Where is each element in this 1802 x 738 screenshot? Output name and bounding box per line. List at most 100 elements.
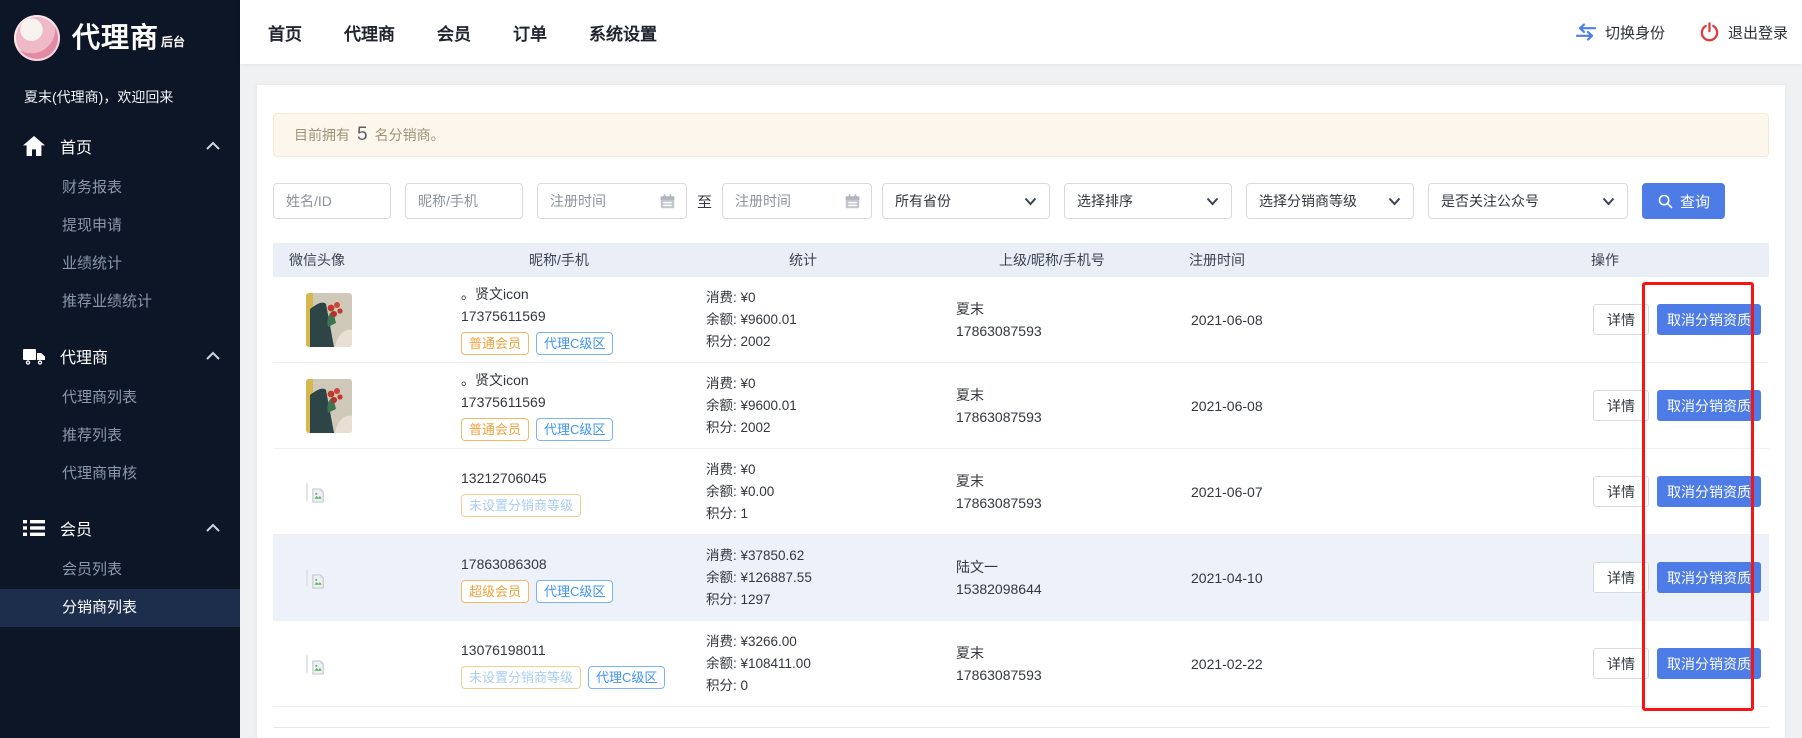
detail-button[interactable]: 详情 <box>1593 476 1649 507</box>
sidebar-item-agent-review[interactable]: 代理商审核 <box>0 455 240 493</box>
top-actions: 切换身份 退出登录 <box>1575 22 1788 43</box>
nav-home[interactable]: 首页 <box>268 20 302 45</box>
col-header-nickname-phone: 昵称/手机 <box>529 250 789 270</box>
detail-button[interactable]: 详情 <box>1593 304 1649 335</box>
actions-cell: 详情 取消分销资质 <box>1593 562 1769 593</box>
parent-phone: 17863087593 <box>956 406 1191 428</box>
chevron-up-icon <box>206 351 220 361</box>
sidebar-menu: 首页 财务报表 提现申请 业绩统计 推荐业绩统计 <box>0 123 240 627</box>
sidebar: 代理商 后台 夏末(代理商)，欢迎回来 首页 财务报表 提现申请 业 <box>0 0 240 738</box>
member-level-badge: 普通会员 <box>461 418 529 441</box>
table-row: 13212706045 未设置分销商等级 消费: ¥0 余额: ¥0.00 积分… <box>273 449 1769 535</box>
consume-stat: 消费: ¥0 <box>706 373 956 395</box>
sidebar-item-agent-list[interactable]: 代理商列表 <box>0 379 240 417</box>
stats-cell: 消费: ¥0 余额: ¥9600.01 积分: 2002 <box>706 373 956 439</box>
points-stat: 积分: 1297 <box>706 589 956 611</box>
nickname-cell: 。贤文icon 17375611569 普通会员 代理C级区 <box>461 284 706 355</box>
consume-stat: 消费: ¥3266.00 <box>706 631 956 653</box>
sidebar-group-label: 代理商 <box>60 344 108 368</box>
sidebar-item-member-list[interactable]: 会员列表 <box>0 551 240 589</box>
consume-stat: 消费: ¥37850.62 <box>706 545 956 567</box>
calendar-icon <box>844 193 861 210</box>
nickname-cell: 13076198011 未设置分销商等级 代理C级区 <box>461 638 706 689</box>
brand-name: 代理商 <box>72 24 159 52</box>
table-header-row: 微信头像 昵称/手机 统计 上级/昵称/手机号 注册时间 操作 <box>273 243 1769 277</box>
parent-phone: 15382098644 <box>956 578 1191 600</box>
logout-button[interactable]: 退出登录 <box>1699 22 1788 43</box>
cancel-distribution-button[interactable]: 取消分销资质 <box>1657 476 1761 507</box>
col-header-parent: 上级/昵称/手机号 <box>999 250 1189 270</box>
parent-cell: 夏末 17863087593 <box>956 642 1191 686</box>
power-icon <box>1699 22 1720 43</box>
home-icon <box>22 135 46 157</box>
detail-button[interactable]: 详情 <box>1593 648 1649 679</box>
chevron-up-icon <box>206 523 220 533</box>
nav-orders[interactable]: 订单 <box>513 20 547 45</box>
col-header-reg-date: 注册时间 <box>1189 250 1591 270</box>
parent-name: 夏末 <box>956 298 1191 320</box>
reg-date-cell: 2021-02-22 <box>1191 656 1593 672</box>
phone-text: 13212706045 <box>461 468 706 488</box>
cancel-distribution-button[interactable]: 取消分销资质 <box>1657 648 1761 679</box>
chevron-down-icon <box>1388 197 1401 206</box>
col-header-stats: 统计 <box>789 250 999 270</box>
col-header-avatar: 微信头像 <box>289 250 529 270</box>
nav-system-settings[interactable]: 系统设置 <box>589 20 657 45</box>
follow-official-account-select[interactable]: 是否关注公众号 <box>1428 183 1628 219</box>
sidebar-group-members[interactable]: 会员 <box>0 505 240 551</box>
avatar-cell <box>289 570 461 586</box>
broken-image-icon <box>306 483 308 501</box>
sort-select[interactable]: 选择排序 <box>1064 183 1232 219</box>
search-button[interactable]: 查询 <box>1642 183 1725 219</box>
cancel-distribution-button[interactable]: 取消分销资质 <box>1657 562 1761 593</box>
sidebar-group-agent[interactable]: 代理商 <box>0 333 240 379</box>
cancel-distribution-button[interactable]: 取消分销资质 <box>1657 304 1761 335</box>
brand: 代理商 后台 <box>0 0 240 71</box>
logout-label: 退出登录 <box>1728 22 1788 43</box>
content-area: 目前拥有 5 名分销商。 注册时间 <box>240 64 1802 738</box>
nickname-phone-input[interactable] <box>405 183 523 219</box>
wechat-avatar-photo <box>306 293 352 347</box>
parent-cell: 夏末 17863087593 <box>956 298 1191 342</box>
app-window: 代理商 后台 夏末(代理商)，欢迎回来 首页 财务报表 提现申请 业 <box>0 0 1802 738</box>
sidebar-item-withdrawal-request[interactable]: 提现申请 <box>0 207 240 245</box>
cancel-distribution-button[interactable]: 取消分销资质 <box>1657 390 1761 421</box>
col-header-actions: 操作 <box>1591 250 1769 270</box>
menu-group-home: 首页 财务报表 提现申请 业绩统计 推荐业绩统计 <box>0 123 240 321</box>
detail-button[interactable]: 详情 <box>1593 390 1649 421</box>
register-date-end-input[interactable]: 注册时间 <box>722 183 872 219</box>
sidebar-item-finance-report[interactable]: 财务报表 <box>0 169 240 207</box>
register-date-start-input[interactable]: 注册时间 <box>537 183 687 219</box>
brand-suffix: 后台 <box>161 33 185 50</box>
balance-stat: 余额: ¥9600.01 <box>706 309 956 331</box>
switch-identity-button[interactable]: 切换身份 <box>1575 22 1665 43</box>
sidebar-group-label: 会员 <box>60 516 92 540</box>
sidebar-item-distributor-list[interactable]: 分销商列表 <box>0 589 240 627</box>
actions-cell: 详情 取消分销资质 <box>1593 476 1769 507</box>
no-level-badge: 未设置分销商等级 <box>461 494 581 517</box>
sidebar-item-referral-performance-stats[interactable]: 推荐业绩统计 <box>0 283 240 321</box>
detail-button[interactable]: 详情 <box>1593 562 1649 593</box>
badges: 普通会员 代理C级区 <box>461 332 706 355</box>
nav-agent[interactable]: 代理商 <box>344 20 395 45</box>
stats-cell: 消费: ¥0 余额: ¥0.00 积分: 1 <box>706 459 956 525</box>
register-date-start-placeholder: 注册时间 <box>550 191 606 211</box>
sidebar-group-home[interactable]: 首页 <box>0 123 240 169</box>
badges: 未设置分销商等级 代理C级区 <box>461 666 706 689</box>
sidebar-item-performance-stats[interactable]: 业绩统计 <box>0 245 240 283</box>
sidebar-item-referral-list[interactable]: 推荐列表 <box>0 417 240 455</box>
parent-name: 陆文一 <box>956 556 1191 578</box>
nav-members[interactable]: 会员 <box>437 20 471 45</box>
name-id-input[interactable] <box>273 183 391 219</box>
table-row: 13076198011 未设置分销商等级 代理C级区 消费: ¥3266.00 … <box>273 621 1769 707</box>
notice-suffix: 名分销商。 <box>375 125 445 145</box>
agent-zone-badge: 代理C级区 <box>588 666 665 689</box>
nickname-text: 。贤文icon <box>461 370 706 390</box>
parent-phone: 17863087593 <box>956 492 1191 514</box>
province-select[interactable]: 所有省份 <box>882 183 1050 219</box>
search-icon <box>1657 193 1673 209</box>
badges: 未设置分销商等级 <box>461 494 706 517</box>
agent-zone-badge: 代理C级区 <box>536 580 613 603</box>
reg-date-cell: 2021-06-07 <box>1191 484 1593 500</box>
distributor-level-select[interactable]: 选择分销商等级 <box>1246 183 1414 219</box>
